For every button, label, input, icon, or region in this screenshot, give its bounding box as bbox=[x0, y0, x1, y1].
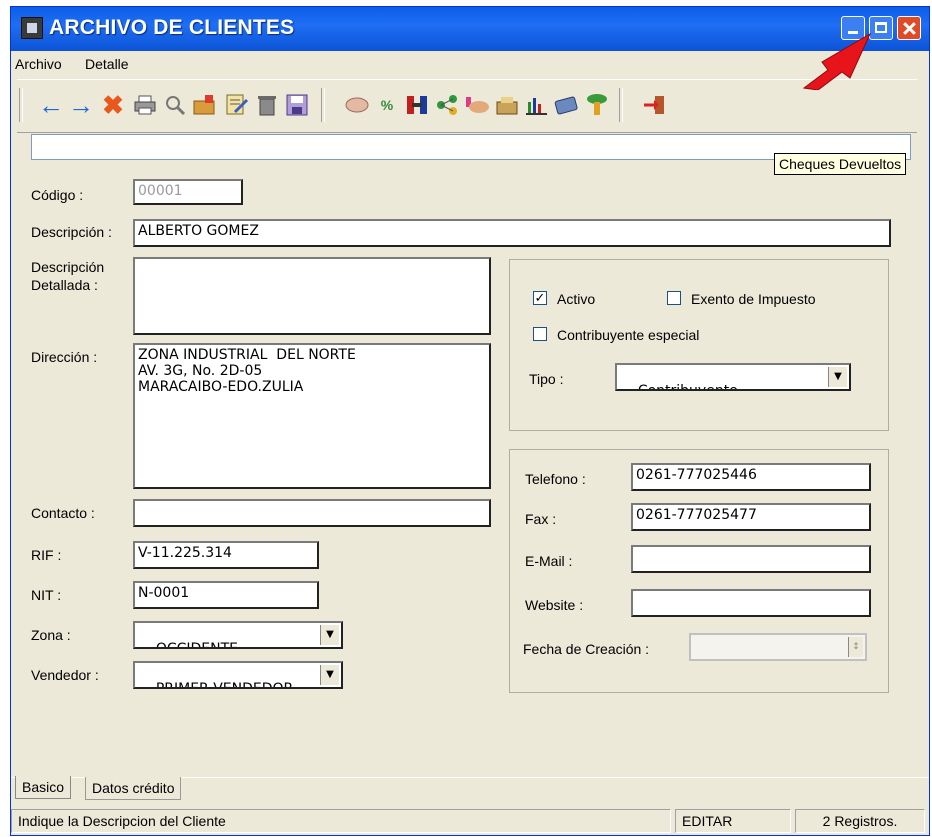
menu-bar: Archivo Detalle bbox=[11, 51, 929, 77]
status-message: Indique la Descripcion del Cliente bbox=[11, 809, 671, 833]
app-icon[interactable] bbox=[21, 17, 43, 39]
transfer-icon[interactable] bbox=[403, 90, 431, 120]
bar-chart-icon[interactable] bbox=[523, 90, 551, 120]
menu-detalle[interactable]: Detalle bbox=[85, 56, 129, 72]
menu-archivo[interactable]: Archivo bbox=[15, 56, 62, 72]
tipo-value: Contribuyente bbox=[637, 383, 738, 391]
network-icon[interactable] bbox=[433, 90, 461, 120]
toolbar-separator bbox=[619, 88, 623, 122]
toolbar: ← → ✖ % bbox=[17, 79, 917, 133]
descripcion-label: Descripción : bbox=[31, 224, 112, 240]
telefono-field[interactable]: 0261-777025446 bbox=[631, 463, 871, 491]
calendar-icon[interactable]: ↕ bbox=[848, 637, 863, 657]
nit-label: NIT : bbox=[31, 587, 62, 603]
activo-label: Activo bbox=[557, 291, 596, 307]
folder-add-icon[interactable] bbox=[191, 90, 219, 120]
codigo-field[interactable]: 00001 bbox=[133, 179, 243, 205]
status-mode: EDITAR bbox=[675, 809, 791, 833]
nit-field[interactable]: N-0001 bbox=[133, 581, 319, 609]
activo-checkbox[interactable]: ✓ bbox=[533, 291, 547, 305]
vendedor-label: Vendedor : bbox=[31, 667, 99, 683]
chevron-down-icon[interactable]: ▼ bbox=[320, 665, 339, 685]
chevron-down-icon[interactable]: ▼ bbox=[828, 367, 847, 387]
delete-x-icon[interactable]: ✖ bbox=[99, 90, 127, 120]
status-bar: Indique la Descripcion del Cliente EDITA… bbox=[11, 807, 929, 835]
zona-label: Zona : bbox=[31, 627, 71, 643]
back-arrow-icon[interactable]: ← bbox=[37, 90, 65, 120]
annotation-arrow bbox=[802, 32, 872, 90]
codigo-label: Código : bbox=[31, 187, 84, 203]
exento-checkbox[interactable] bbox=[667, 291, 681, 305]
contacto-field[interactable] bbox=[133, 499, 491, 527]
website-label: Website : bbox=[525, 597, 584, 613]
tooltip: Cheques Devueltos bbox=[774, 153, 907, 175]
contribuyente-especial-label: Contribuyente especial bbox=[557, 327, 700, 343]
rif-label: RIF : bbox=[31, 547, 62, 563]
title-bar[interactable]: ARCHIVO DE CLIENTES bbox=[11, 7, 929, 51]
percent-icon[interactable]: % bbox=[373, 90, 401, 120]
website-field[interactable] bbox=[631, 589, 871, 617]
vendedor-value: PRIMER VENDEDOR bbox=[155, 681, 294, 689]
main-window: ARCHIVO DE CLIENTES Archivo Detalle ← → … bbox=[10, 6, 930, 836]
fecha-creacion-label: Fecha de Creación : bbox=[523, 641, 650, 657]
descripcion-detallada-label: Descripción bbox=[31, 259, 105, 275]
print-icon[interactable] bbox=[131, 90, 159, 120]
window-title: ARCHIVO DE CLIENTES bbox=[49, 16, 295, 39]
zona-select[interactable]: OCCIDENTE ▼ bbox=[133, 621, 343, 649]
search-icon[interactable] bbox=[161, 90, 189, 120]
exit-door-icon[interactable] bbox=[641, 90, 669, 120]
exento-label: Exento de Impuesto bbox=[691, 291, 816, 307]
options-group bbox=[509, 259, 889, 431]
tab-strip: Basico Datos crédito bbox=[11, 776, 929, 807]
zona-value: OCCIDENTE bbox=[155, 641, 239, 649]
direccion-label: Dirección : bbox=[31, 349, 98, 365]
toolbar-grip bbox=[19, 88, 23, 122]
forward-arrow-icon[interactable]: → bbox=[67, 90, 95, 120]
direccion-field[interactable]: ZONA INDUSTRIAL DEL NORTE AV. 3G, No. 2D… bbox=[133, 343, 491, 489]
status-records: 2 Registros. bbox=[795, 809, 925, 833]
descripcion-field[interactable]: ALBERTO GOMEZ bbox=[133, 219, 891, 247]
rif-field[interactable]: V-11.225.314 bbox=[133, 541, 319, 569]
telefono-label: Telefono : bbox=[525, 471, 586, 487]
tab-datos-credito[interactable]: Datos crédito bbox=[85, 777, 182, 800]
tab-basico[interactable]: Basico bbox=[15, 776, 72, 799]
payment-hand-icon[interactable] bbox=[463, 90, 491, 120]
fecha-creacion-field[interactable]: ↕ bbox=[689, 633, 867, 661]
handshake-icon[interactable] bbox=[343, 90, 371, 120]
contacto-label: Contacto : bbox=[31, 505, 95, 521]
trash-icon[interactable] bbox=[253, 90, 281, 120]
email-label: E-Mail : bbox=[525, 553, 573, 569]
tipo-label: Tipo : bbox=[529, 371, 564, 387]
close-button[interactable] bbox=[897, 16, 921, 40]
cash-box-icon[interactable] bbox=[493, 90, 521, 120]
contribuyente-especial-checkbox[interactable] bbox=[533, 327, 547, 341]
fax-field[interactable]: 0261-777025477 bbox=[631, 503, 871, 531]
vendedor-select[interactable]: PRIMER VENDEDOR ▼ bbox=[133, 661, 343, 689]
toolbar-separator bbox=[321, 88, 325, 122]
edit-document-icon[interactable] bbox=[223, 90, 251, 120]
save-icon[interactable] bbox=[283, 90, 311, 120]
descripcion-detallada-field[interactable] bbox=[133, 257, 491, 335]
card-icon[interactable] bbox=[553, 90, 581, 120]
fax-label: Fax : bbox=[525, 511, 557, 527]
returned-cheques-icon[interactable] bbox=[583, 90, 611, 120]
tipo-select[interactable]: Contribuyente ▼ bbox=[615, 363, 851, 391]
email-field[interactable] bbox=[631, 545, 871, 573]
descripcion-detallada-label-2: Detallada : bbox=[31, 277, 98, 293]
chevron-down-icon[interactable]: ▼ bbox=[320, 625, 339, 645]
